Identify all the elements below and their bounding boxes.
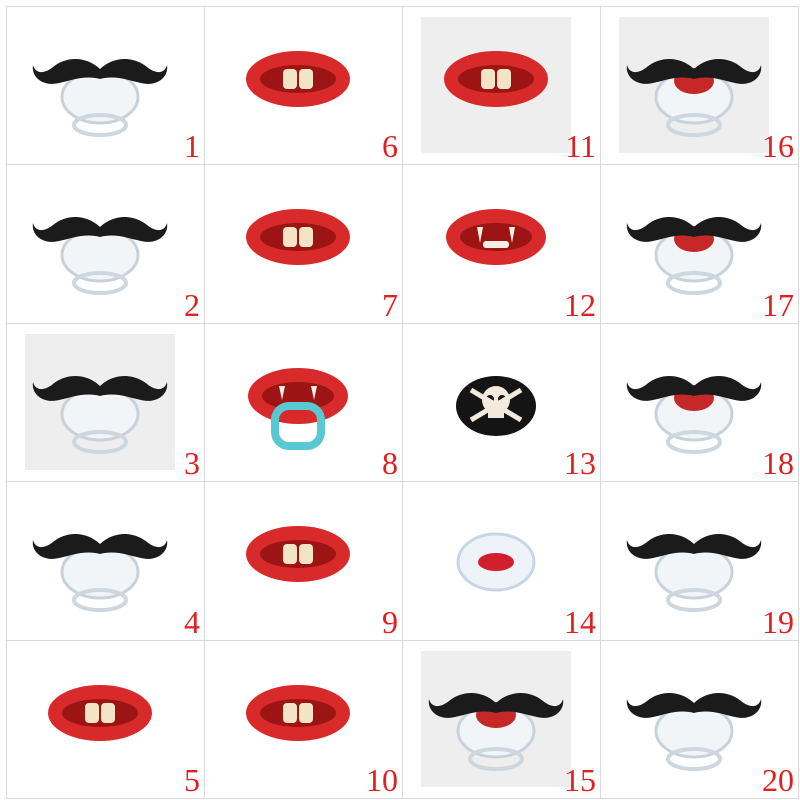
mustache-pacifier-image — [25, 492, 175, 628]
product-number: 15 — [564, 761, 596, 798]
product-number: 12 — [564, 286, 596, 323]
product-cell[interactable]: 8 — [205, 323, 403, 483]
product-number: 17 — [762, 286, 794, 323]
product-cell[interactable]: 1 — [7, 7, 205, 166]
product-cell[interactable]: 15 — [403, 640, 601, 799]
mustache-kiss-pacifier-image — [619, 17, 769, 153]
product-cell[interactable]: 3 — [7, 323, 205, 483]
teeth-lips-pacifier-image — [421, 17, 571, 153]
product-cell[interactable]: 11 — [403, 7, 601, 166]
product-cell[interactable]: 16 — [601, 7, 799, 166]
product-number: 7 — [382, 286, 398, 323]
teeth-lips-pacifier-image — [223, 175, 373, 311]
mustache-pacifier-image — [25, 333, 175, 470]
product-number: 1 — [184, 128, 200, 165]
product-number: 5 — [184, 761, 200, 798]
product-number: 20 — [762, 761, 794, 798]
product-cell[interactable]: 19 — [601, 482, 799, 641]
product-number: 13 — [564, 445, 596, 482]
product-number: 2 — [184, 286, 200, 323]
product-number: 4 — [184, 603, 200, 640]
product-number: 16 — [762, 128, 794, 165]
product-cell[interactable]: 10 — [205, 640, 403, 799]
mustache-kiss-pacifier-image — [619, 175, 769, 311]
mustache-kiss-pacifier-image — [619, 334, 769, 470]
mustache-kiss-pacifier-image — [421, 650, 571, 787]
product-number: 6 — [382, 128, 398, 165]
product-cell[interactable]: 5 — [7, 640, 205, 799]
skull-pacifier-image — [421, 334, 571, 470]
mustache-pacifier-image — [25, 17, 175, 153]
teeth-lips-pacifier-image — [223, 17, 373, 153]
product-cell[interactable]: 14 — [403, 482, 601, 641]
product-number: 10 — [366, 761, 398, 798]
product-number: 9 — [382, 603, 398, 640]
mustache-pacifier-image — [25, 175, 175, 311]
product-cell[interactable]: 12 — [403, 165, 601, 324]
product-cell[interactable]: 6 — [205, 7, 403, 166]
mustache-pacifier-image — [619, 651, 769, 787]
vampire-lips-pacifier-image — [421, 175, 571, 311]
product-number: 11 — [565, 128, 596, 165]
product-number: 3 — [184, 445, 200, 482]
product-cell[interactable]: 17 — [601, 165, 799, 324]
product-cell[interactable]: 7 — [205, 165, 403, 324]
teeth-lips-pacifier-image — [223, 651, 373, 787]
vampire-lips-ring-pacifier-image — [223, 334, 373, 470]
product-cell[interactable]: 20 — [601, 640, 799, 799]
product-cell[interactable]: 18 — [601, 323, 799, 483]
product-number: 14 — [564, 603, 596, 640]
kiss-lips-pacifier-image — [421, 492, 571, 628]
product-number: 18 — [762, 445, 794, 482]
mustache-pacifier-image — [619, 492, 769, 628]
teeth-lips-pacifier-image — [223, 492, 373, 628]
product-cell[interactable]: 2 — [7, 165, 205, 324]
product-number: 8 — [382, 445, 398, 482]
product-cell[interactable]: 4 — [7, 482, 205, 641]
product-grid: 1 6 11 16 2 7 12 17 3 8 13 18 4 9 14 19 … — [6, 6, 799, 799]
product-number: 19 — [762, 603, 794, 640]
teeth-lips-pacifier-image — [25, 651, 175, 787]
product-cell[interactable]: 9 — [205, 482, 403, 641]
product-cell[interactable]: 13 — [403, 323, 601, 483]
